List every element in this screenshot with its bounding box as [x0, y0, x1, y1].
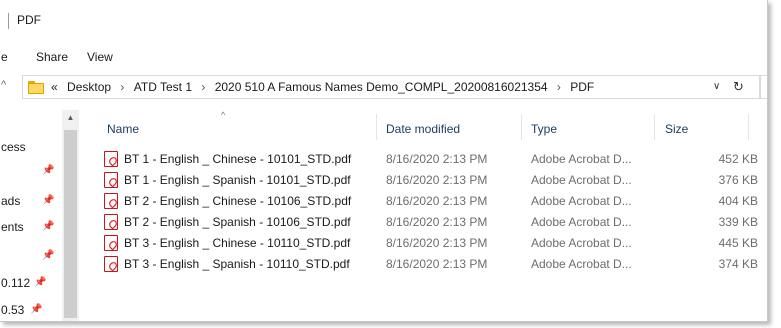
breadcrumb-desktop[interactable]: Desktop	[67, 80, 111, 94]
breadcrumb-overflow[interactable]: «	[51, 80, 58, 94]
pdf-file-icon	[104, 214, 118, 230]
chevron-right-icon[interactable]: ›	[557, 80, 561, 94]
file-size: 339 KB	[718, 215, 758, 229]
file-name: BT 1 - English _ Chinese - 10101_STD.pdf	[124, 152, 352, 166]
column-divider[interactable]	[654, 114, 655, 140]
column-divider[interactable]	[376, 114, 377, 140]
file-type: Adobe Acrobat D...	[531, 152, 632, 166]
pin-icon: 📌	[30, 304, 43, 315]
file-name: BT 1 - English _ Spanish - 10101_STD.pdf	[124, 173, 351, 187]
nav-item-label: 0.53	[1, 303, 25, 317]
pin-icon: 📌	[42, 195, 55, 206]
search-box[interactable]	[760, 75, 767, 99]
folder-icon	[28, 81, 44, 94]
tab-view[interactable]: View	[87, 50, 113, 64]
file-row[interactable]: BT 2 - English _ Spanish - 10106_STD.pdf…	[80, 213, 767, 233]
file-row[interactable]: BT 3 - English _ Chinese - 10110_STD.pdf…	[80, 234, 767, 254]
file-list: ^ Name Date modified Type Size BT 1 - En…	[80, 110, 767, 321]
refresh-icon[interactable]: ↻	[733, 79, 744, 95]
file-row[interactable]: BT 1 - English _ Spanish - 10101_STD.pdf…	[80, 171, 767, 191]
nav-item-network-112[interactable]: 0.112 📌	[0, 274, 60, 294]
nav-item-network-53[interactable]: 0.53 📌	[0, 301, 60, 321]
scroll-thumb[interactable]	[64, 130, 77, 318]
pin-icon: 📌	[42, 221, 55, 232]
pdf-file-icon	[104, 256, 118, 272]
file-row[interactable]: BT 2 - English _ Chinese - 10106_STD.pdf…	[80, 192, 767, 212]
file-size: 374 KB	[718, 257, 758, 271]
nav-item-desktop[interactable]: 📌	[0, 162, 60, 182]
title-separator	[8, 13, 9, 29]
pdf-file-icon	[104, 172, 118, 188]
file-type: Adobe Acrobat D...	[531, 257, 632, 271]
file-date-modified: 8/16/2020 2:13 PM	[386, 236, 488, 250]
pdf-file-icon	[104, 235, 118, 251]
file-type: Adobe Acrobat D...	[531, 194, 632, 208]
file-date-modified: 8/16/2020 2:13 PM	[386, 194, 488, 208]
ribbon-tabs: e Share View	[0, 45, 767, 67]
nav-item-label: 0.112	[1, 276, 31, 290]
file-date-modified: 8/16/2020 2:13 PM	[386, 152, 488, 166]
column-header-size[interactable]: Size	[665, 122, 688, 136]
address-row: ^ « Desktop › ATD Test 1 › 2020 510 A Fa…	[0, 75, 767, 101]
explorer-window: PDF e Share View ^ « Desktop › ATD Test …	[0, 0, 768, 322]
scroll-up-arrow-icon[interactable]: ▲	[62, 110, 79, 126]
nav-item-label: ads	[1, 194, 21, 208]
chevron-down-icon[interactable]: ∨	[713, 81, 720, 92]
pin-icon: 📌	[34, 277, 47, 288]
file-row[interactable]: BT 3 - English _ Spanish - 10110_STD.pdf…	[80, 255, 767, 275]
column-header-name[interactable]: Name	[107, 122, 139, 136]
nav-item-quick-access[interactable]: cess	[0, 138, 60, 158]
nav-scrollbar[interactable]: ▲	[62, 110, 79, 321]
column-divider[interactable]	[521, 114, 522, 140]
pin-icon: 📌	[42, 165, 55, 176]
file-size: 404 KB	[718, 194, 758, 208]
breadcrumb-demo-folder[interactable]: 2020 510 A Famous Names Demo_COMPL_20200…	[215, 80, 548, 94]
navigation-pane: cess 📌 ads 📌 ents 📌 📌 0.112 📌 0.53 📌	[0, 110, 60, 321]
breadcrumb-atd-test-1[interactable]: ATD Test 1	[134, 80, 192, 94]
file-name: BT 2 - English _ Chinese - 10106_STD.pdf	[124, 194, 352, 208]
pdf-file-icon	[104, 151, 118, 167]
nav-item-downloads[interactable]: ads 📌	[0, 192, 60, 212]
file-name: BT 2 - English _ Spanish - 10106_STD.pdf	[124, 215, 351, 229]
chevron-right-icon[interactable]: ›	[120, 80, 124, 94]
pdf-file-icon	[104, 193, 118, 209]
nav-item-pictures[interactable]: 📌	[0, 247, 60, 267]
up-arrow-icon[interactable]: ^	[1, 79, 6, 91]
breadcrumb: « Desktop › ATD Test 1 › 2020 510 A Famo…	[51, 80, 594, 94]
file-size: 452 KB	[718, 152, 758, 166]
column-divider[interactable]	[748, 114, 749, 140]
window-title: PDF	[17, 13, 41, 27]
nav-item-label: ents	[1, 220, 24, 234]
file-size: 445 KB	[718, 236, 758, 250]
pin-icon: 📌	[42, 250, 55, 261]
address-bar[interactable]: « Desktop › ATD Test 1 › 2020 510 A Famo…	[22, 75, 760, 99]
chevron-right-icon[interactable]: ›	[201, 80, 205, 94]
title-bar: PDF	[0, 0, 767, 36]
file-size: 376 KB	[718, 173, 758, 187]
nav-item-documents[interactable]: ents 📌	[0, 218, 60, 238]
tab-share[interactable]: Share	[36, 50, 68, 64]
column-header-date-modified[interactable]: Date modified	[386, 122, 460, 136]
file-name: BT 3 - English _ Spanish - 10110_STD.pdf	[124, 257, 350, 271]
file-date-modified: 8/16/2020 2:13 PM	[386, 257, 488, 271]
file-date-modified: 8/16/2020 2:13 PM	[386, 215, 488, 229]
sort-ascending-icon: ^	[221, 110, 226, 120]
file-name: BT 3 - English _ Chinese - 10110_STD.pdf	[124, 236, 351, 250]
breadcrumb-pdf[interactable]: PDF	[570, 80, 594, 94]
file-row[interactable]: BT 1 - English _ Chinese - 10101_STD.pdf…	[80, 150, 767, 170]
tab-home-partial[interactable]: e	[1, 50, 8, 64]
file-type: Adobe Acrobat D...	[531, 215, 632, 229]
file-date-modified: 8/16/2020 2:13 PM	[386, 173, 488, 187]
column-header-type[interactable]: Type	[531, 122, 557, 136]
column-header-row: ^ Name Date modified Type Size	[80, 110, 767, 144]
file-type: Adobe Acrobat D...	[531, 236, 632, 250]
file-type: Adobe Acrobat D...	[531, 173, 632, 187]
nav-item-label: cess	[1, 140, 26, 154]
